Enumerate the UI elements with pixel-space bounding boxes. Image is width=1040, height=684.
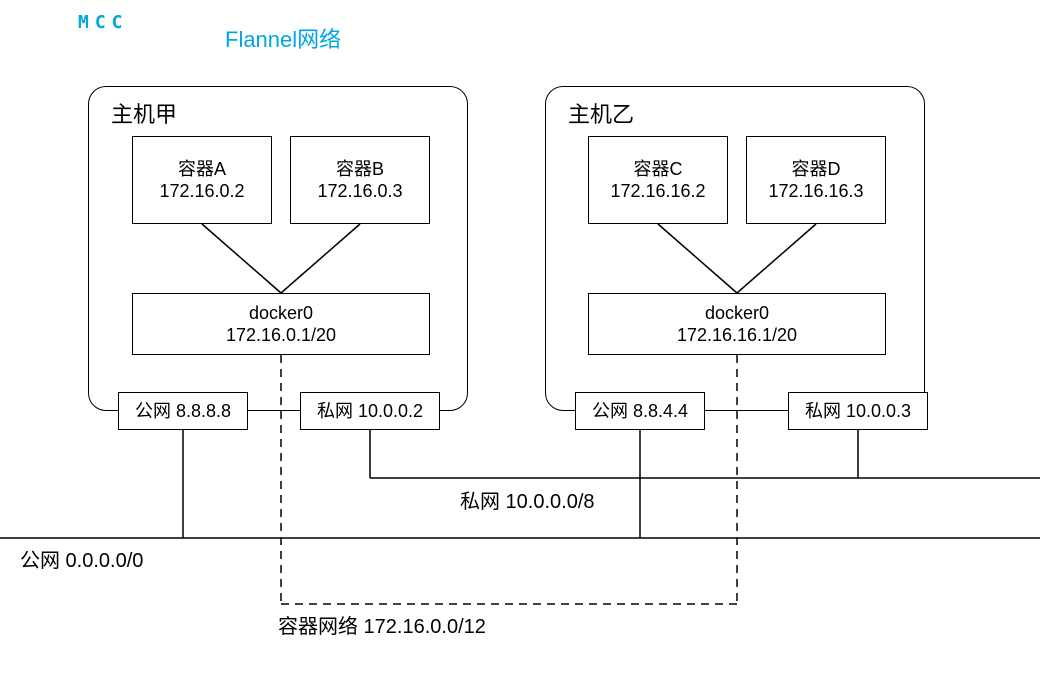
container-c-name: 容器C	[634, 158, 683, 181]
host-1-label: 主机甲	[111, 101, 449, 129]
bridge-2-name: docker0	[705, 302, 769, 325]
container-b-ip: 172.16.0.3	[317, 180, 402, 203]
host-1-private-if: 私网 10.0.0.2	[300, 392, 440, 430]
host-2-private-if: 私网 10.0.0.3	[788, 392, 928, 430]
bridge-1-cidr: 172.16.0.1/20	[226, 324, 336, 347]
container-c: 容器C 172.16.16.2	[588, 136, 728, 224]
host-1-public-if: 公网 8.8.8.8	[118, 392, 248, 430]
container-a-ip: 172.16.0.2	[159, 180, 244, 203]
container-net-label: 容器网络 172.16.0.0/12	[278, 610, 486, 639]
private-net-label: 私网 10.0.0.0/8	[460, 485, 595, 514]
container-b-name: 容器B	[336, 158, 384, 181]
container-d: 容器D 172.16.16.3	[746, 136, 886, 224]
bridge-2: docker0 172.16.16.1/20	[588, 293, 886, 355]
host-2-private-if-label: 私网 10.0.0.3	[805, 400, 911, 423]
container-a: 容器A 172.16.0.2	[132, 136, 272, 224]
host-1-private-if-label: 私网 10.0.0.2	[317, 400, 423, 423]
public-net-label: 公网 0.0.0.0/0	[20, 544, 143, 573]
host-2-public-if: 公网 8.8.4.4	[575, 392, 705, 430]
host-1-public-if-label: 公网 8.8.8.8	[135, 400, 231, 423]
container-d-name: 容器D	[792, 158, 841, 181]
logo: MCC	[78, 12, 129, 33]
container-b: 容器B 172.16.0.3	[290, 136, 430, 224]
bridge-1: docker0 172.16.0.1/20	[132, 293, 430, 355]
host-2: 主机乙	[545, 86, 925, 411]
container-a-name: 容器A	[178, 158, 226, 181]
container-d-ip: 172.16.16.3	[768, 180, 863, 203]
host-2-label: 主机乙	[568, 101, 906, 129]
bridge-2-cidr: 172.16.16.1/20	[677, 324, 797, 347]
bridge-1-name: docker0	[249, 302, 313, 325]
host-1: 主机甲	[88, 86, 468, 411]
page-title: Flannel网络	[225, 22, 341, 54]
container-c-ip: 172.16.16.2	[610, 180, 705, 203]
host-2-public-if-label: 公网 8.8.4.4	[592, 400, 688, 423]
